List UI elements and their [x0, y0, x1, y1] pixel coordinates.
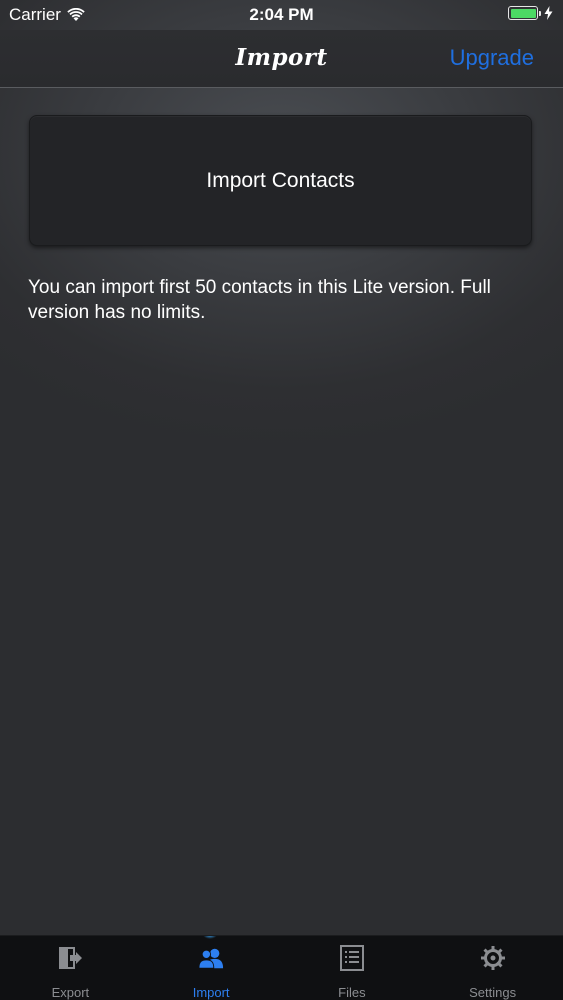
tab-bar: Export Import Files Settings [0, 935, 563, 1000]
tab-files-label: Files [338, 985, 366, 1000]
upgrade-button[interactable]: Upgrade [450, 45, 534, 71]
tab-settings-label: Settings [469, 985, 517, 1000]
tab-settings[interactable]: Settings [422, 936, 563, 1000]
list-icon [339, 945, 364, 971]
battery-icon [508, 6, 538, 20]
navigation-bar: Import Upgrade [0, 30, 563, 88]
tab-import[interactable]: Import [141, 936, 282, 1000]
tab-import-label: Import [192, 985, 230, 1000]
battery-group [508, 6, 553, 20]
charging-bolt-icon [544, 6, 553, 20]
tab-files[interactable]: Files [282, 936, 423, 1000]
battery-level [510, 8, 536, 18]
lite-version-info: You can import first 50 contacts in this… [28, 277, 491, 323]
tab-export-label: Export [51, 985, 90, 1000]
status-time: 2:04 PM [249, 5, 314, 24]
import-contacts-button[interactable]: Import Contacts [29, 115, 532, 246]
contacts-icon [198, 948, 224, 969]
tab-export[interactable]: Export [0, 936, 141, 1000]
app-screen: Carrier 2:04 PM Import Upgrade Import Co… [0, 0, 563, 1000]
import-contacts-label: Import Contacts [206, 168, 355, 192]
status-bar: Carrier 2:04 PM [0, 0, 563, 30]
battery-tip [539, 10, 541, 16]
export-icon [59, 947, 83, 969]
gear-icon [480, 946, 505, 970]
